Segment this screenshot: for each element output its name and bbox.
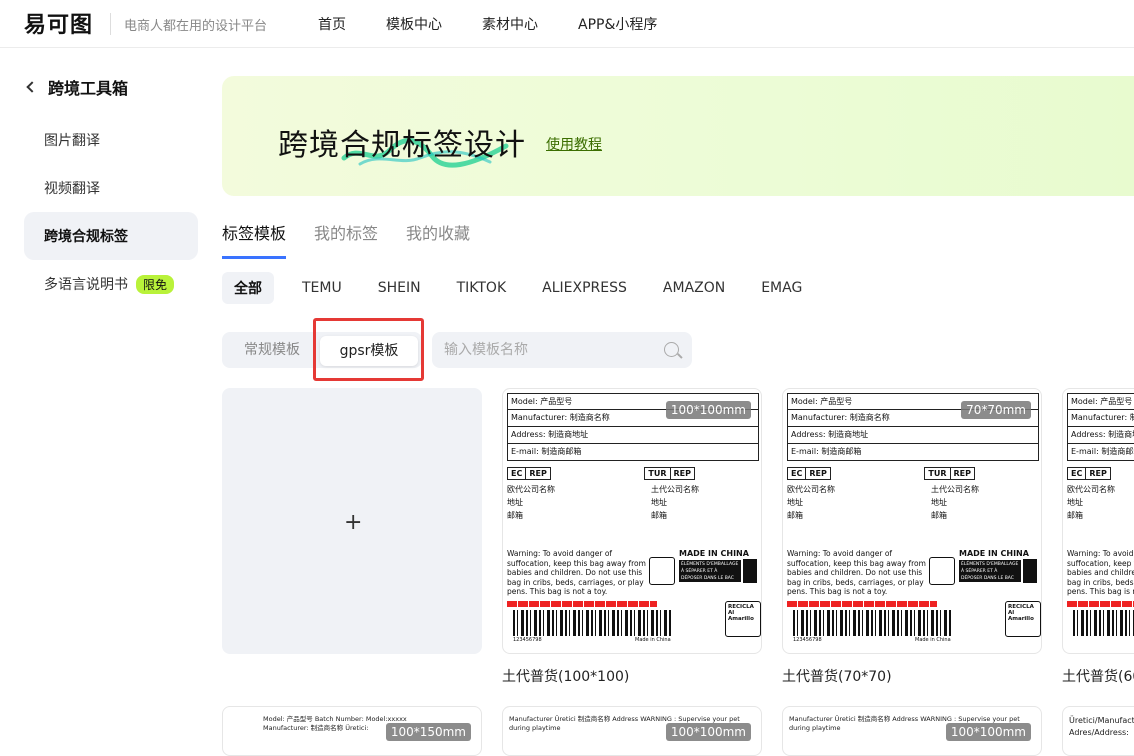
segment-regular-templates[interactable]: 常规模板 [244,332,300,368]
platform-filters: 全部 TEMU SHEIN TIKTOK ALIEXPRESS AMAZON E… [222,272,838,304]
label-row-address: Address: 制造商地址 [507,427,759,444]
made-in-china-block: MADE IN CHINA ÉLÉMENTS D'EMBALLAGE À SÉP… [929,549,1037,588]
recycle-bin-icon [1023,559,1037,583]
sidebar-item-video-translate[interactable]: 视频翻译 [24,164,198,212]
template-search [432,332,692,368]
suffocation-warning: Warning: To avoid danger of suffocation,… [1067,549,1134,596]
red-warning-line [1067,601,1134,607]
label-preview-text: Üretici/Manufact Adres/Address: [1069,716,1134,737]
ec-rep-badge: EC REP [787,467,831,480]
size-badge: 100*100mm [945,723,1031,741]
filter-all[interactable]: 全部 [222,272,274,304]
chevron-left-icon [26,81,38,93]
label-row-manufacturer: Manufacturer: 制造商名称 [1067,410,1134,427]
suffocation-warning: Warning: To avoid danger of suffocation,… [787,549,926,596]
tur-rep-badge: TUR REP [644,467,695,480]
nav-template-center[interactable]: 模板中心 [386,14,442,34]
template-title[interactable]: 土代普货(60 [1062,666,1134,686]
filter-tiktok[interactable]: TIKTOK [457,280,507,296]
template-card[interactable]: Model: 产品型号 Manufacturer: 制造商名称 Address:… [1062,388,1134,654]
sidebar: 跨境工具箱 图片翻译 视频翻译 跨境合规标签 多语言说明书 限免 [24,66,198,308]
size-badge: 70*70mm [961,401,1031,419]
barcode-origin: Made in China [635,637,671,643]
sidebar-item-label: 多语言说明书 [44,277,128,293]
sidebar-item-label: 跨境合规标签 [44,229,128,245]
highlight-annotation [313,318,424,381]
barcode [1073,610,1134,636]
eu-rep-info: 欧代公司名称 地址 邮箱 [1067,485,1115,520]
label-row-email: E-mail: 制造商邮箱 [787,444,1039,461]
sidebar-back-button[interactable]: 跨境工具箱 [24,66,198,108]
template-title[interactable]: 土代普货(100*100) [502,666,629,686]
tutorial-link[interactable]: 使用教程 [546,134,602,154]
nav-app-miniprogram[interactable]: APP&小程序 [578,14,657,34]
size-badge: 100*100mm [665,401,751,419]
barcode-origin: Made in China [915,637,951,643]
sidebar-item-image-translate[interactable]: 图片翻译 [24,116,198,164]
filter-aliexpress[interactable]: ALIEXPRESS [542,280,627,296]
content-tabs: 标签模板 我的标签 我的收藏 [222,220,498,259]
sidebar-item-label: 图片翻译 [44,133,100,149]
size-badge: 100*150mm [385,723,471,741]
tab-label-templates[interactable]: 标签模板 [222,220,287,259]
label-row-address: Address: 制造商地址 [787,427,1039,444]
nav-material-center[interactable]: 素材中心 [482,14,538,34]
label-preview: Model: 产品型号 Manufacturer: 制造商名称 Address:… [1067,393,1134,636]
tab-my-labels[interactable]: 我的标签 [314,220,378,259]
main-nav: 首页 模板中心 素材中心 APP&小程序 [318,14,697,34]
sidebar-title: 跨境工具箱 [48,79,129,98]
brand-slogan: 电商人都在用的设计平台 [124,19,268,34]
tab-my-favorites[interactable]: 我的收藏 [406,220,470,259]
eu-rep-info: 欧代公司名称 地址 邮箱 [787,485,835,520]
logo-divider [110,13,111,35]
top-navbar: 易可图 电商人都在用的设计平台 首页 模板中心 素材中心 APP&小程序 [0,0,1134,48]
tr-rep-info: 土代公司名称 地址 邮箱 [651,485,699,520]
ec-rep-badge: EC REP [507,467,551,480]
filter-emag[interactable]: EMAG [761,280,802,296]
red-warning-line [787,601,937,607]
template-card[interactable]: Model: 产品型号 Manufacturer: 制造商名称 Address:… [782,388,1042,654]
search-icon[interactable] [664,342,679,357]
filter-shein[interactable]: SHEIN [378,280,421,296]
label-row-model: Model: 产品型号 [1067,393,1134,410]
ec-rep-badge: EC REP [1067,467,1111,480]
tr-rep-info: 土代公司名称 地址 邮箱 [931,485,979,520]
hero-banner: 跨境合规标签设计 使用教程 [222,76,1134,196]
brand-logo[interactable]: 易可图 [24,9,93,38]
red-warning-line [507,601,657,607]
filter-temu[interactable]: TEMU [302,280,342,296]
template-card[interactable]: Model: 产品型号 Manufacturer: 制造商名称 Address:… [502,388,762,654]
triman-icon [929,557,955,585]
recicla-icon: RECICLA Al Amarillo [1005,601,1041,637]
plus-icon: + [344,510,363,535]
nav-home[interactable]: 首页 [318,14,346,34]
label-row-email: E-mail: 制造商邮箱 [507,444,759,461]
create-template-card[interactable]: + [222,388,482,654]
page-title: 跨境合规标签设计 [278,128,526,163]
eu-rep-info: 欧代公司名称 地址 邮箱 [507,485,555,520]
barcode-number: 123456798 [793,637,822,643]
free-badge: 限免 [136,274,175,294]
label-row-email: E-mail: 制造商邮箱 [1067,444,1134,461]
search-input[interactable] [444,332,654,368]
barcode-number: 123456798 [513,637,542,643]
size-badge: 100*100mm [665,723,751,741]
suffocation-warning: Warning: To avoid danger of suffocation,… [507,549,646,596]
triman-icon [649,557,675,585]
template-title[interactable]: 土代普货(70*70) [782,666,892,686]
sidebar-item-multilang-manual[interactable]: 多语言说明书 限免 [24,260,198,308]
barcode [793,610,953,636]
barcode [513,610,673,636]
filter-amazon[interactable]: AMAZON [663,280,725,296]
tur-rep-badge: TUR REP [924,467,975,480]
recycle-bin-icon [743,559,757,583]
recicla-icon: RECICLA Al Amarillo [725,601,761,637]
made-in-china-block: MADE IN CHINA ÉLÉMENTS D'EMBALLAGE À SÉP… [649,549,757,588]
label-row-address: Address: 制造商地址 [1067,427,1134,444]
sidebar-item-compliance-label[interactable]: 跨境合规标签 [24,212,198,260]
sidebar-item-label: 视频翻译 [44,181,100,197]
